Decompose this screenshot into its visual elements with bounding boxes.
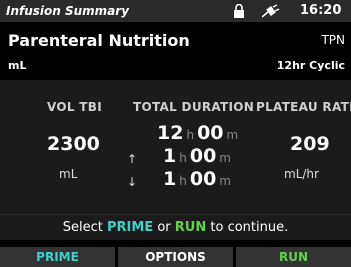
plateau-rate-unit: mL/hr <box>284 167 319 181</box>
plateau-rate-header: PLATEAU RATE <box>256 100 351 114</box>
total-minutes: 00 <box>197 122 224 144</box>
total-duration-header: TOTAL DURATION <box>133 100 255 114</box>
ramp-up-hours: 1 <box>163 145 177 167</box>
therapy-name: Parenteral Nutrition <box>8 31 190 50</box>
ramp-up-icon: ↑ <box>127 152 138 166</box>
therapy-header: Parenteral Nutrition mL TPN 12hr Cyclic <box>0 22 351 78</box>
vol-tbi-unit: mL <box>59 167 78 181</box>
prompt-text: to continue. <box>206 220 289 235</box>
infusion-mode: 12hr Cyclic <box>276 59 345 72</box>
status-bar: Infusion Summary 16:20 <box>0 0 351 22</box>
ramp-down-duration: 1 h 00 m <box>163 168 234 190</box>
summary-panel: VOL TBI 2300 mL TOTAL DURATION 12 h 00 m… <box>0 80 351 240</box>
plateau-rate-value: 209 <box>290 133 330 155</box>
run-button[interactable]: RUN <box>236 247 351 267</box>
hours-unit: h <box>179 174 187 188</box>
ramp-down-hours: 1 <box>163 168 177 190</box>
prompt-text: Select <box>62 220 108 235</box>
instruction-text: Select PRIME or RUN to continue. <box>0 220 351 235</box>
vol-tbi-header: VOL TBI <box>47 100 102 114</box>
total-duration-value: 12 h 00 m <box>157 122 241 144</box>
prompt-prime-keyword: PRIME <box>107 220 154 235</box>
prompt-text: or <box>153 220 175 235</box>
divider <box>0 214 351 215</box>
vol-tbi-value: 2300 <box>47 133 100 155</box>
softkey-bar: PRIME OPTIONS RUN <box>0 247 351 267</box>
units-label: mL <box>8 59 27 72</box>
minutes-unit: m <box>226 128 239 142</box>
plug-icon <box>262 4 280 18</box>
screen-title: Infusion Summary <box>6 4 130 18</box>
total-hours: 12 <box>157 122 184 144</box>
prime-button[interactable]: PRIME <box>0 247 115 267</box>
minutes-unit: m <box>219 174 231 188</box>
clock: 16:20 <box>300 3 342 18</box>
options-button[interactable]: OPTIONS <box>118 247 233 267</box>
ramp-down-minutes: 00 <box>189 168 217 190</box>
drug-code: TPN <box>321 33 345 47</box>
lock-icon <box>234 4 244 18</box>
minutes-unit: m <box>219 151 231 165</box>
hours-unit: h <box>186 128 195 142</box>
hours-unit: h <box>179 151 187 165</box>
ramp-down-icon: ↓ <box>127 175 138 189</box>
ramp-up-duration: 1 h 00 m <box>163 145 234 167</box>
ramp-up-minutes: 00 <box>189 145 217 167</box>
prompt-run-keyword: RUN <box>174 220 207 235</box>
